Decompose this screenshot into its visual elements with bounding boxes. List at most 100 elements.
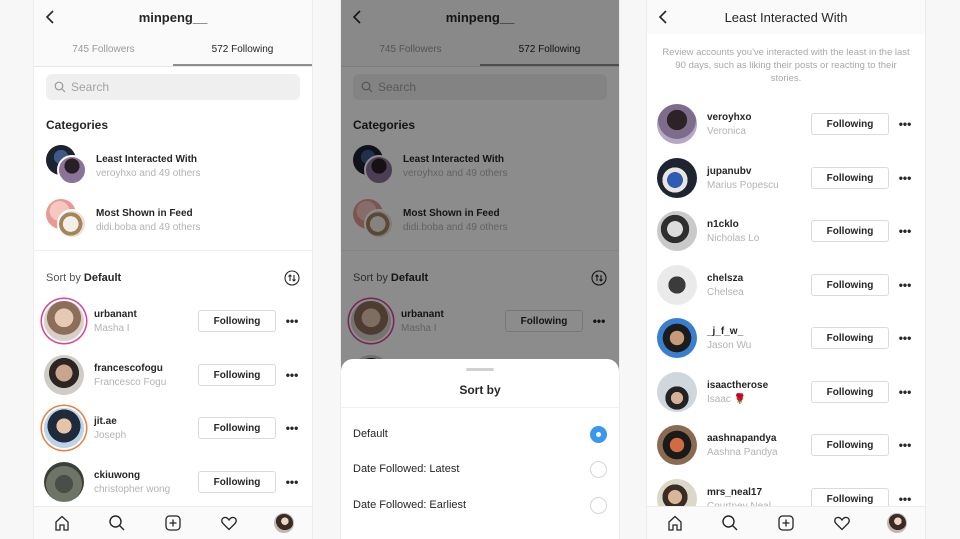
full-name: Masha I [94, 322, 130, 334]
header: minpeng__ [34, 0, 312, 34]
full-name: christopher wong [94, 483, 171, 495]
search-icon [54, 81, 66, 93]
sort-bottom-sheet: Sort by Default Date Followed: Latest Da… [341, 359, 619, 539]
full-name: Veronica [707, 125, 746, 137]
radio-unselected[interactable] [590, 496, 607, 514]
following-button[interactable]: Following [811, 274, 889, 296]
search-icon[interactable] [720, 513, 740, 533]
user-row: _j_f_w_ Jason Wu Following ••• [657, 315, 917, 361]
tab-following[interactable]: 572 Following [173, 34, 312, 66]
username[interactable]: jit.ae [94, 416, 198, 427]
home-icon[interactable] [52, 513, 72, 533]
home-icon[interactable] [665, 513, 685, 533]
option-label: Date Followed: Earliest [353, 499, 467, 511]
activity-heart-icon[interactable] [219, 513, 239, 533]
category-title: Most Shown in Feed [96, 207, 193, 219]
radio-unselected[interactable] [590, 460, 607, 478]
avatar[interactable] [657, 318, 697, 358]
new-post-icon[interactable] [163, 513, 183, 533]
user-row: aashnapandya Aashna Pandya Following ••• [657, 422, 917, 468]
more-options-icon[interactable]: ••• [893, 332, 917, 344]
avatar[interactable] [657, 425, 697, 465]
more-options-icon[interactable]: ••• [280, 422, 304, 434]
more-options-icon[interactable]: ••• [893, 279, 917, 291]
full-name: Isaac 🌹 [707, 393, 747, 405]
categories-heading: Categories [46, 118, 109, 132]
sort-label[interactable]: Sort by Default [46, 272, 121, 284]
more-options-icon[interactable]: ••• [893, 439, 917, 451]
more-options-icon[interactable]: ••• [893, 386, 917, 398]
following-button[interactable]: Following [811, 434, 889, 456]
avatar[interactable] [657, 211, 697, 251]
category-subtitle: didi.boba and 49 others [96, 221, 201, 233]
more-options-icon[interactable]: ••• [893, 118, 917, 130]
radio-selected[interactable] [590, 425, 607, 443]
following-button[interactable]: Following [198, 310, 276, 332]
following-button[interactable]: Following [811, 381, 889, 403]
more-options-icon[interactable]: ••• [893, 225, 917, 237]
sort-option-earliest[interactable]: Date Followed: Earliest [353, 493, 607, 517]
avatar[interactable] [657, 265, 697, 305]
full-name: Aashna Pandya [707, 446, 778, 458]
user-row: n1cklo Nicholas Lo Following ••• [657, 208, 917, 254]
username[interactable]: n1cklo [707, 219, 811, 230]
avatar[interactable] [657, 104, 697, 144]
category-title: Least Interacted With [96, 153, 198, 165]
new-post-icon[interactable] [776, 513, 796, 533]
avatar[interactable] [44, 408, 84, 448]
sort-row: Sort by Default [46, 268, 300, 288]
description: Review accounts you've interacted with t… [662, 47, 910, 84]
username[interactable]: ckiuwong [94, 470, 198, 481]
following-button[interactable]: Following [198, 417, 276, 439]
following-button[interactable]: Following [811, 113, 889, 135]
sheet-grabber[interactable] [466, 368, 494, 371]
category-most-shown[interactable]: Most Shown in Feed didi.boba and 49 othe… [46, 198, 300, 242]
header: Least Interacted With [647, 0, 925, 34]
username[interactable]: francescofogu [94, 363, 198, 374]
username[interactable]: chelsza [707, 273, 811, 284]
avatar[interactable] [657, 372, 697, 412]
full-name: Marius Popescu [707, 179, 779, 191]
divider [341, 407, 619, 408]
username[interactable]: aashnapandya [707, 433, 811, 444]
sheet-title: Sort by [459, 383, 501, 397]
follow-tabs: 745 Followers 572 Following [34, 34, 312, 67]
following-button[interactable]: Following [198, 471, 276, 493]
username[interactable]: veroyhxo [707, 112, 811, 123]
sort-sheet-screen: minpeng__ 745 Followers 572 Following Ca… [340, 0, 620, 539]
avatar[interactable] [657, 158, 697, 198]
sort-toggle-icon[interactable] [284, 270, 300, 286]
more-options-icon[interactable]: ••• [280, 369, 304, 381]
sort-option-latest[interactable]: Date Followed: Latest [353, 457, 607, 481]
search-input[interactable] [71, 80, 271, 94]
username[interactable]: mrs_neal17 [707, 487, 811, 498]
following-button[interactable]: Following [811, 327, 889, 349]
avatar[interactable] [44, 462, 84, 502]
profile-avatar[interactable] [887, 513, 908, 533]
more-options-icon[interactable]: ••• [893, 172, 917, 184]
profile-avatar[interactable] [274, 513, 295, 533]
tab-followers[interactable]: 745 Followers [34, 34, 173, 66]
search-bar[interactable] [46, 74, 300, 100]
avatar[interactable] [44, 355, 84, 395]
full-name: Joseph [94, 429, 127, 441]
username[interactable]: jupanubv [707, 166, 811, 177]
sort-value: Default [83, 272, 122, 284]
more-options-icon[interactable]: ••• [280, 315, 304, 327]
full-name: Nicholas Lo [707, 232, 760, 244]
category-least-interacted[interactable]: Least Interacted With veroyhxo and 49 ot… [46, 144, 300, 188]
user-row: jupanubv Marius Popescu Following ••• [657, 155, 917, 201]
following-button[interactable]: Following [198, 364, 276, 386]
username[interactable]: isaactherose [707, 380, 811, 391]
search-icon[interactable] [107, 513, 127, 533]
username[interactable]: _j_f_w_ [707, 326, 811, 337]
activity-heart-icon[interactable] [832, 513, 852, 533]
following-button[interactable]: Following [811, 220, 889, 242]
avatar[interactable] [44, 301, 84, 341]
following-button[interactable]: Following [811, 167, 889, 189]
more-options-icon[interactable]: ••• [280, 476, 304, 488]
full-name: Francesco Fogu [94, 376, 167, 388]
more-options-icon[interactable]: ••• [893, 493, 917, 505]
sort-option-default[interactable]: Default [353, 422, 607, 446]
username[interactable]: urbanant [94, 309, 198, 320]
